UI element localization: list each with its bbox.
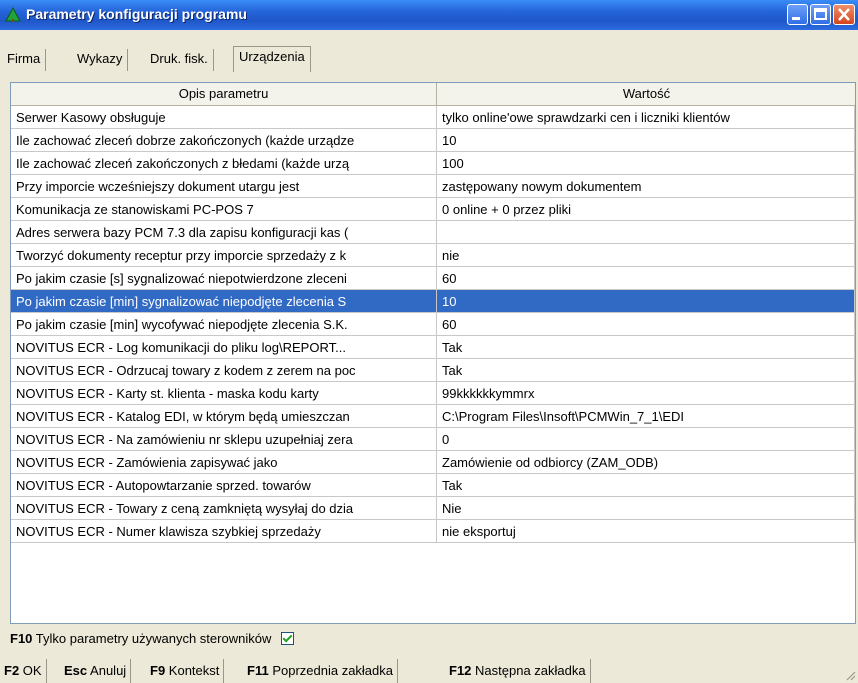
parameter-value[interactable]: 60: [437, 267, 855, 290]
table-row[interactable]: NOVITUS ECR - Zamówienia zapisywać jako Z…: [11, 451, 855, 474]
parameter-value[interactable]: C:\Program Files\Insoft\PCMWin_7_1\EDI: [437, 405, 855, 428]
parameter-description[interactable]: Ile zachować zleceń zakończonych z błeda…: [11, 152, 437, 175]
parameter-description[interactable]: NOVITUS ECR - Odrzucaj towary z kodem z …: [11, 359, 437, 382]
config-window: Parametry konfiguracji programu Firma Wy…: [0, 0, 858, 683]
table-row[interactable]: Komunikacja ze stanowiskami PC-POS 70 on…: [11, 198, 855, 221]
filter-option: F10 Tylko parametry używanych sterownikó…: [10, 628, 294, 650]
status-cancel[interactable]: Esc Anuluj: [60, 659, 132, 683]
close-icon: [838, 8, 850, 21]
table-row[interactable]: NOVITUS ECR - Towary z ceną zamkniętą wy…: [11, 497, 855, 520]
parameter-description[interactable]: Po jakim czasie [min] wycofywać niepodję…: [11, 313, 437, 336]
parameter-description[interactable]: Serwer Kasowy obsługuje: [11, 106, 437, 129]
parameter-value[interactable]: nie eksportuj: [437, 520, 855, 543]
window-title: Parametry konfiguracji programu: [26, 6, 247, 22]
parameter-value[interactable]: 10: [437, 129, 855, 152]
parameter-value[interactable]: Nie: [437, 497, 855, 520]
parameter-value[interactable]: [437, 221, 855, 244]
used-drivers-checkbox[interactable]: [280, 632, 294, 646]
table-row[interactable]: NOVITUS ECR - Log komunikacji do pliku l…: [11, 336, 855, 359]
table-row[interactable]: Przy imporcie wcześniejszy dokument utar…: [11, 175, 855, 198]
tab-druk-fisk[interactable]: Druk. fisk.: [145, 49, 214, 71]
tab-strip: Firma Wykazy Druk. fisk. Urządzenia: [0, 31, 858, 72]
parameters-grid[interactable]: Opis parametru Wartość Serwer Kasowy obs…: [10, 82, 856, 624]
parameter-description[interactable]: NOVITUS ECR - Zamówienia zapisywać jako: [11, 451, 437, 474]
grid-header: Opis parametru Wartość: [11, 83, 855, 106]
parameter-value[interactable]: Tak: [437, 336, 855, 359]
parameter-description[interactable]: NOVITUS ECR - Numer klawisza szybkiej sp…: [11, 520, 437, 543]
table-row[interactable]: NOVITUS ECR - Numer klawisza szybkiej sp…: [11, 520, 855, 543]
parameter-value[interactable]: Tak: [437, 359, 855, 382]
parameter-value[interactable]: 100: [437, 152, 855, 175]
table-row[interactable]: NOVITUS ECR - Na zamówieniu nr sklepu uz…: [11, 428, 855, 451]
maximize-button[interactable]: [810, 4, 831, 25]
parameter-value[interactable]: 99kkkkkkymmrx: [437, 382, 855, 405]
parameter-description[interactable]: Po jakim czasie [min] sygnalizować niepo…: [11, 290, 437, 313]
parameter-value[interactable]: 0: [437, 428, 855, 451]
parameter-description[interactable]: Przy imporcie wcześniejszy dokument utar…: [11, 175, 437, 198]
parameter-description[interactable]: NOVITUS ECR - Karty st. klienta - maska …: [11, 382, 437, 405]
title-bar[interactable]: Parametry konfiguracji programu: [0, 0, 858, 30]
table-row[interactable]: Ile zachować zleceń zakończonych z błeda…: [11, 152, 855, 175]
option-key: F10: [10, 631, 33, 646]
status-bar: F2 OK Esc Anuluj F9 Kontekst F11 Poprzed…: [0, 659, 858, 683]
minimize-icon: [792, 17, 800, 20]
tab-wykazy[interactable]: Wykazy: [72, 49, 129, 71]
status-next-tab[interactable]: F12 Następna zakładka: [445, 659, 591, 683]
parameter-description[interactable]: Komunikacja ze stanowiskami PC-POS 7: [11, 198, 437, 221]
table-row[interactable]: Ile zachować zleceń dobrze zakończonych …: [11, 129, 855, 152]
table-row[interactable]: Po jakim czasie [min] wycofywać niepodję…: [11, 313, 855, 336]
parameter-description[interactable]: Po jakim czasie [s] sygnalizować niepotw…: [11, 267, 437, 290]
parameter-value[interactable]: tylko online'owe sprawdzarki cen i liczn…: [437, 106, 855, 129]
table-row[interactable]: Po jakim czasie [min] sygnalizować niepo…: [11, 290, 855, 313]
table-row[interactable]: Po jakim czasie [s] sygnalizować niepotw…: [11, 267, 855, 290]
table-row[interactable]: Tworzyć dokumenty receptur przy imporcie…: [11, 244, 855, 267]
status-context[interactable]: F9 Kontekst: [146, 659, 225, 683]
parameter-value[interactable]: Tak: [437, 474, 855, 497]
parameter-description[interactable]: NOVITUS ECR - Towary z ceną zamkniętą wy…: [11, 497, 437, 520]
parameter-value[interactable]: Zamówienie od odbiorcy (ZAM_ODB): [437, 451, 855, 474]
parameter-value[interactable]: 10: [437, 290, 855, 313]
table-row[interactable]: NOVITUS ECR - Katalog EDI, w którym będą…: [11, 405, 855, 428]
table-row[interactable]: Adres serwera bazy PCM 7.3 dla zapisu ko…: [11, 221, 855, 244]
resize-grip-icon[interactable]: [844, 669, 856, 681]
parameter-value[interactable]: 0 online + 0 przez pliki: [437, 198, 855, 221]
parameter-value[interactable]: nie: [437, 244, 855, 267]
parameter-description[interactable]: Ile zachować zleceń dobrze zakończonych …: [11, 129, 437, 152]
table-row[interactable]: Serwer Kasowy obsługuje tylko online'owe …: [11, 106, 855, 129]
column-header-value[interactable]: Wartość: [437, 83, 855, 105]
table-row[interactable]: NOVITUS ECR - Karty st. klienta - maska …: [11, 382, 855, 405]
parameter-description[interactable]: NOVITUS ECR - Na zamówieniu nr sklepu uz…: [11, 428, 437, 451]
status-ok[interactable]: F2 OK: [0, 659, 47, 683]
parameter-description[interactable]: Adres serwera bazy PCM 7.3 dla zapisu ko…: [11, 221, 437, 244]
parameter-value[interactable]: zastępowany nowym dokumentem: [437, 175, 855, 198]
parameter-description[interactable]: NOVITUS ECR - Autopowtarzanie sprzed. to…: [11, 474, 437, 497]
table-row[interactable]: NOVITUS ECR - Autopowtarzanie sprzed. to…: [11, 474, 855, 497]
parameter-value[interactable]: 60: [437, 313, 855, 336]
column-header-description[interactable]: Opis parametru: [11, 83, 437, 105]
tree-icon: [5, 7, 21, 22]
close-button[interactable]: [833, 4, 855, 25]
status-prev-tab[interactable]: F11 Poprzednia zakładka: [243, 659, 399, 683]
option-label: Tylko parametry używanych sterowników: [35, 631, 272, 646]
tab-urzadzenia[interactable]: Urządzenia: [233, 46, 311, 72]
maximize-icon: [814, 8, 827, 20]
tab-firma[interactable]: Firma: [2, 49, 47, 71]
table-row[interactable]: NOVITUS ECR - Odrzucaj towary z kodem z …: [11, 359, 855, 382]
parameter-description[interactable]: Tworzyć dokumenty receptur przy imporcie…: [11, 244, 437, 267]
parameter-description[interactable]: NOVITUS ECR - Log komunikacji do pliku l…: [11, 336, 437, 359]
parameter-description[interactable]: NOVITUS ECR - Katalog EDI, w którym będą…: [11, 405, 437, 428]
minimize-button[interactable]: [787, 4, 808, 25]
